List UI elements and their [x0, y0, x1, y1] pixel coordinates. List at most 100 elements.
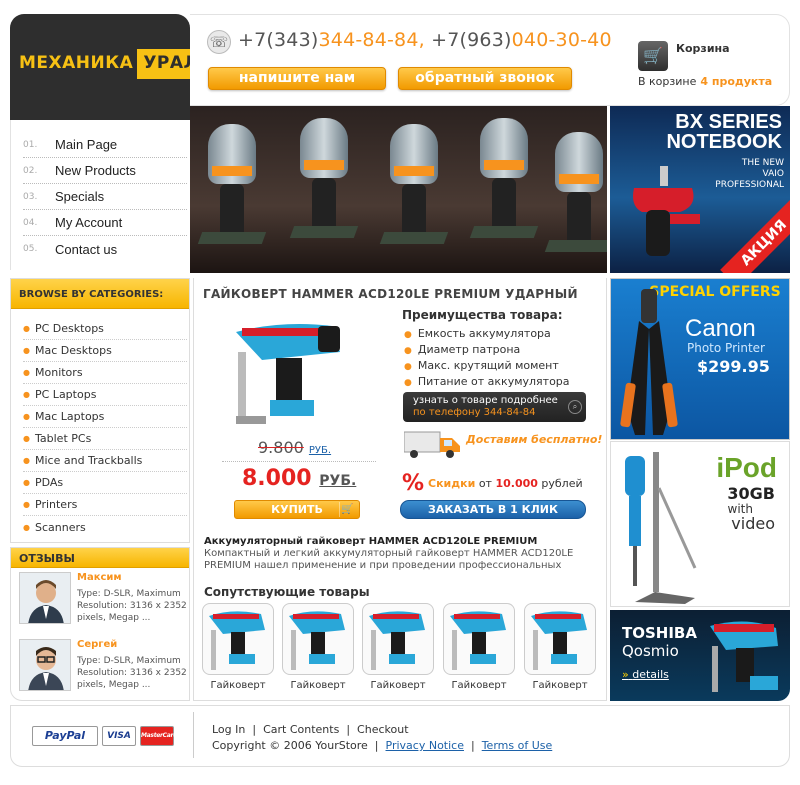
related-product-card[interactable] — [443, 603, 515, 675]
advantage-label: Диаметр патрона — [417, 343, 521, 356]
related-product-card[interactable] — [202, 603, 274, 675]
category-label: Mice and Trackballs — [35, 454, 143, 467]
tool-image — [544, 122, 607, 272]
free-delivery-text: Доставим бесплатно! — [466, 433, 603, 446]
category-item[interactable]: ● PC Desktops — [23, 318, 187, 340]
description-text: Компактный и легкий аккумуляторный гайко… — [204, 548, 574, 571]
cart-title[interactable]: Корзина — [676, 42, 730, 55]
nav-item-new-products[interactable]: 02. New Products — [23, 158, 187, 184]
product-title: ГАЙКОВЕРТ HAMMER ACD120LE PREMIUM УДАРНЫ… — [203, 287, 578, 301]
category-item[interactable]: ● Mice and Trackballs — [23, 450, 187, 472]
tool-image — [379, 114, 449, 264]
category-item[interactable]: ● Monitors — [23, 362, 187, 384]
terms-of-use-link[interactable]: Terms of Use — [482, 739, 553, 752]
related-product-label[interactable]: Гайковерт — [202, 680, 274, 691]
category-item[interactable]: ● Mac Laptops — [23, 406, 187, 428]
write-us-button[interactable]: напишите нам — [208, 67, 386, 90]
cart-icon[interactable]: 🛒 — [638, 41, 668, 71]
related-product-card[interactable] — [362, 603, 434, 675]
ad-bx-sub2: VAIO — [762, 169, 784, 179]
bullet-icon: ● — [23, 434, 30, 443]
category-label: Tablet PCs — [35, 432, 92, 445]
footer-link-login[interactable]: Log In — [212, 723, 245, 736]
ad-toshiba-details-link[interactable]: » details — [622, 668, 669, 681]
ad-special-offers[interactable]: SPECIAL OFFERS Canon Photo Printer $299.… — [610, 278, 790, 440]
related-product-label[interactable]: Гайковерт — [443, 680, 515, 691]
review-text: Type: D-SLR, Maximum Resolution: 3136 x … — [77, 589, 187, 623]
nav-label: New Products — [55, 163, 136, 178]
advantage-label: Питание от аккумулятора — [417, 375, 570, 388]
footer-sep: | — [252, 723, 257, 736]
related-product-image — [450, 611, 506, 670]
discount-suffix: рублей — [541, 477, 583, 490]
category-item[interactable]: ● Tablet PCs — [23, 428, 187, 450]
product-image[interactable] — [222, 312, 372, 432]
discount-mid: от — [478, 477, 492, 490]
hero-banner[interactable] — [190, 106, 607, 273]
advantage-item: ● Диаметр патрона — [404, 343, 520, 356]
site-logo[interactable]: МЕХАНИКА УРАЛА — [19, 49, 218, 79]
paypal-logo: PayPal — [32, 726, 98, 746]
related-product-card[interactable] — [282, 603, 354, 675]
one-click-order-button[interactable]: ЗАКАЗАТЬ В 1 КЛИК — [400, 500, 586, 519]
nav-item-my-account[interactable]: 04. My Account — [23, 210, 187, 236]
category-item[interactable]: ● PC Laptops — [23, 384, 187, 406]
old-price-unit: РУБ. — [308, 445, 332, 456]
main-nav: 01. Main Page 02. New Products 03. Specials… — [10, 120, 190, 270]
copyright-text: Copyright © 2006 YourStore — [212, 739, 368, 752]
cart-small-icon: 🛒 — [339, 502, 355, 517]
nav-item-main-page[interactable]: 01. Main Page — [23, 132, 187, 158]
learn-more-phone-box[interactable]: узнать о товаре подробнее по телефону 34… — [403, 392, 586, 422]
footer-sep: | — [346, 723, 351, 736]
ad-ipod-video: video — [731, 514, 775, 533]
review-item: Сергей Type: D-SLR, Maximum Resolution: … — [19, 639, 187, 701]
footer-link-checkout[interactable]: Checkout — [357, 723, 408, 736]
visa-logo: VISA — [102, 726, 136, 746]
advantage-label: Макс. крутящий момент — [417, 359, 559, 372]
footer-divider — [193, 712, 194, 758]
ad-special-brand: Canon — [685, 315, 756, 342]
bullet-icon: ● — [23, 500, 30, 509]
phone-icon: ☏ — [207, 30, 231, 54]
review-author[interactable]: Сергей — [77, 639, 117, 650]
phone2-number: 040-30-40 — [511, 29, 612, 51]
footer-sep: | — [374, 739, 379, 752]
discount-text: Скидки от 10.000 рублей — [428, 477, 583, 490]
footer-link-cart-contents[interactable]: Cart Contents — [263, 723, 339, 736]
related-product-label[interactable]: Гайковерт — [524, 680, 596, 691]
search-icon: ⌕ — [568, 400, 582, 414]
footer-copyright-line: Copyright © 2006 YourStore | Privacy Not… — [212, 739, 552, 752]
cart-count[interactable]: 4 продукта — [700, 75, 772, 88]
callback-button[interactable]: обратный звонок — [398, 67, 572, 90]
advantage-label: Емкость аккумулятора — [417, 327, 551, 340]
nav-item-contact-us[interactable]: 05. Contact us — [23, 236, 187, 262]
new-price: 8.000 РУБ. — [242, 466, 356, 491]
nav-num: 04. — [23, 217, 38, 228]
review-author[interactable]: Максим — [77, 572, 122, 583]
buy-button[interactable]: КУПИТЬ 🛒 — [234, 500, 360, 519]
related-product-image — [209, 611, 265, 670]
bullet-icon: ● — [404, 346, 412, 356]
category-item[interactable]: ● Mac Desktops — [23, 340, 187, 362]
learn-phone: 344-84-84 — [483, 407, 536, 418]
ad-special-product: Photo Printer — [687, 341, 765, 355]
nav-label: Specials — [55, 189, 105, 204]
privacy-notice-link[interactable]: Privacy Notice — [386, 739, 464, 752]
related-product-label[interactable]: Гайковерт — [282, 680, 354, 691]
new-price-value: 8.000 — [242, 466, 312, 491]
category-item[interactable]: ● PDAs — [23, 472, 187, 494]
avatar — [19, 572, 71, 624]
ad-toshiba[interactable]: TOSHIBA Qosmio » details — [610, 610, 790, 701]
nav-item-specials[interactable]: 03. Specials — [23, 184, 187, 210]
ad-ipod[interactable]: iPod 30GB with video — [610, 441, 790, 607]
related-product-label[interactable]: Гайковерт — [362, 680, 434, 691]
bullet-icon: ● — [404, 330, 412, 340]
phone2-code: +7(963) — [431, 29, 512, 51]
related-product-card[interactable] — [524, 603, 596, 675]
ad-bx-series[interactable]: BX SERIES NOTEBOOK THE NEW VAIO PROFESSI… — [610, 106, 790, 273]
ad-ipod-title: iPod — [716, 452, 777, 483]
category-item[interactable]: ● Printers — [23, 494, 187, 516]
truck-icon — [404, 431, 460, 458]
category-item[interactable]: ● Scanners — [23, 516, 187, 538]
ad-toshiba-model: Qosmio — [622, 642, 679, 660]
